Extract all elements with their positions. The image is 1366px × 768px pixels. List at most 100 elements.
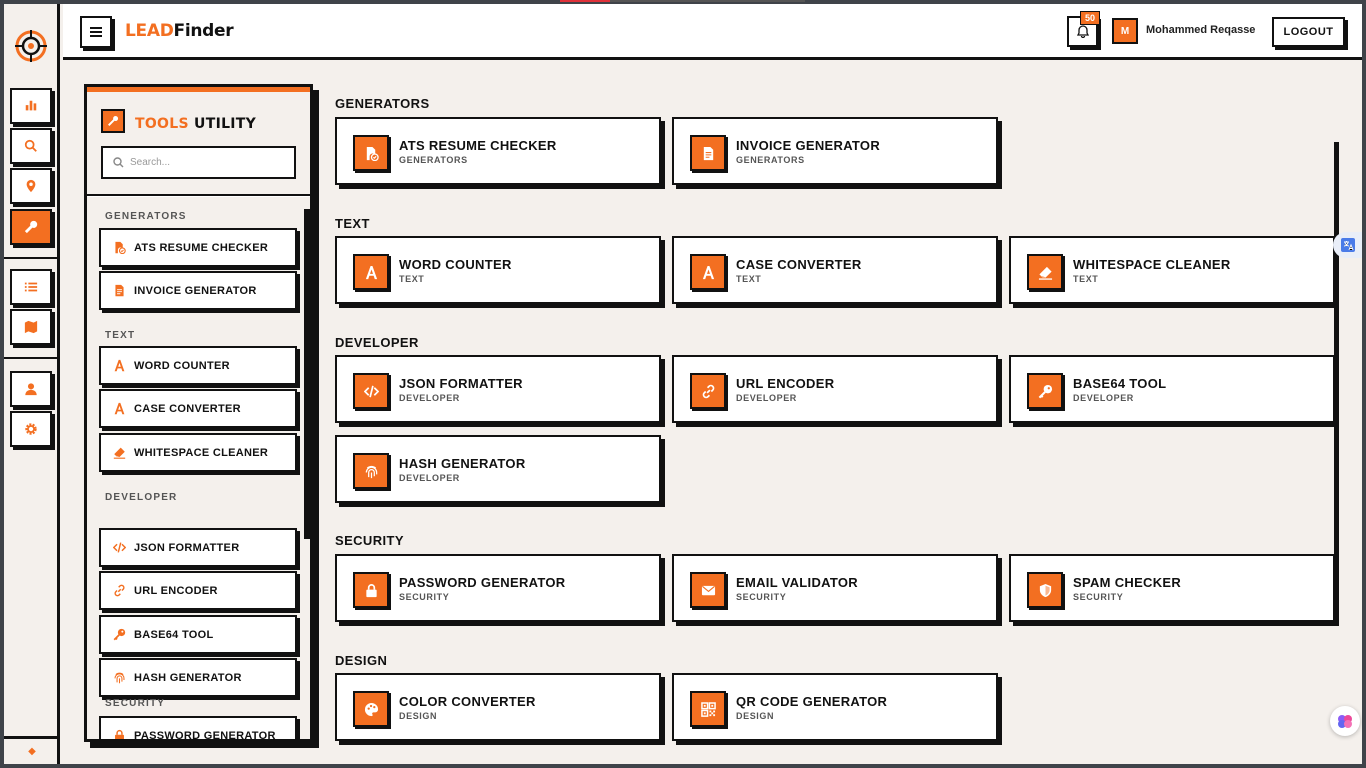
top-header: LEADFinder 50 M Mohammed Reqasse LOGOUT [63,4,1362,60]
user-icon [25,383,37,396]
panel-tool-label: WHITESPACE CLEANER [134,446,269,459]
tool-card[interactable]: COLOR CONVERTER DESIGN [335,673,661,741]
panel-category-label: SECURITY [105,698,166,709]
tool-card[interactable]: EMAIL VALIDATOR SECURITY [672,554,998,622]
panel-header: TOOLS UTILITY Search... [87,92,310,196]
section-heading: DESIGN [335,653,388,668]
rail-item-map-pin[interactable] [10,168,52,204]
tool-card-icon [690,373,726,409]
tool-card-icon [353,691,389,727]
lock-icon [365,583,377,597]
brand-accent: LEAD [125,21,174,41]
rail-footer[interactable]: ◆ [4,736,60,764]
panel-tool-label: WORD COUNTER [134,359,230,372]
eraser-icon [1038,266,1052,280]
tool-card[interactable]: CASE CONVERTER TEXT [672,236,998,304]
panel-scrollbar[interactable] [304,209,310,539]
assistant-widget[interactable] [1330,706,1360,736]
panel-tool-item[interactable]: PASSWORD GENERATOR [99,716,297,742]
fingerprint-icon [365,465,377,478]
tool-list: GENERATORS ATS RESUME CHECKER INVOICE GENE… [87,197,310,742]
panel-tool-item[interactable]: HASH GENERATOR [99,658,297,697]
tool-card-category: DEVELOPER [399,473,460,483]
tool-card-title: COLOR CONVERTER [399,694,536,709]
rail-item-list[interactable] [10,269,52,305]
panel-tool-item[interactable]: INVOICE GENERATOR [99,271,297,310]
bar-chart-icon [25,100,37,111]
rail-item-wrench[interactable] [10,209,52,245]
translate-widget[interactable] [1333,232,1362,258]
section-heading: GENERATORS [335,96,430,111]
wrench-icon [101,109,125,133]
tool-card[interactable]: BASE64 TOOL DEVELOPER [1009,355,1335,423]
tool-card[interactable]: URL ENCODER DEVELOPER [672,355,998,423]
panel-tool-label: JSON FORMATTER [134,541,240,554]
list-icon [24,282,38,292]
section-heading: DEVELOPER [335,335,419,350]
code-icon [363,385,379,397]
tool-card-category: TEXT [736,274,762,284]
rail-item-search[interactable] [10,128,52,164]
tool-card-icon [353,254,389,290]
bell-icon [1076,25,1089,38]
panel-tool-item[interactable]: WHITESPACE CLEANER [99,433,297,472]
panel-tool-label: PASSWORD GENERATOR [134,729,276,742]
tool-card-icon [690,135,726,171]
rail-item-user[interactable] [10,371,52,407]
tool-card[interactable]: WORD COUNTER TEXT [335,236,661,304]
panel-tool-item[interactable]: URL ENCODER [99,571,297,610]
section-heading: TEXT [335,216,370,231]
envelope-icon [701,585,715,595]
rail-divider [4,357,60,359]
search-placeholder: Search... [130,157,171,168]
tool-card[interactable]: WHITESPACE CLEANER TEXT [1009,236,1335,304]
file-invoice-icon [115,284,124,297]
tool-card-category: DEVELOPER [1073,393,1134,403]
menu-toggle-button[interactable] [80,16,112,48]
font-icon [114,359,125,372]
tool-card-category: SECURITY [736,592,787,602]
panel-tool-item[interactable]: BASE64 TOOL [99,615,297,654]
tool-search-input[interactable]: Search... [101,146,296,179]
palette-icon [364,702,378,716]
logout-button[interactable]: LOGOUT [1272,17,1345,47]
tool-card[interactable]: INVOICE GENERATOR GENERATORS [672,117,998,185]
rail-item-bar-chart[interactable] [10,88,52,124]
user-name[interactable]: Mohammed Reqasse [1146,24,1255,36]
tool-card-category: GENERATORS [736,155,805,165]
key-icon [113,628,126,641]
avatar[interactable]: M [1112,18,1138,44]
tool-card[interactable]: HASH GENERATOR DEVELOPER [335,435,661,503]
panel-tool-item[interactable]: CASE CONVERTER [99,389,297,428]
main-scrollbar[interactable] [1334,142,1339,572]
font-icon [702,265,714,279]
tools-panel: TOOLS UTILITY Search... GENERATORS ATS RE… [84,84,313,742]
tool-card[interactable]: PASSWORD GENERATOR SECURITY [335,554,661,622]
panel-tool-item[interactable]: JSON FORMATTER [99,528,297,567]
tool-card-category: SECURITY [1073,592,1124,602]
font-icon [365,265,377,279]
tool-card-title: PASSWORD GENERATOR [399,575,566,590]
tool-card[interactable]: ATS RESUME CHECKER GENERATORS [335,117,661,185]
brand-logo[interactable]: LEADFinder [125,21,234,41]
key-icon [1038,384,1052,398]
tool-card-category: DESIGN [399,711,438,721]
tool-card-icon [690,254,726,290]
rail-item-map[interactable] [10,309,52,345]
rail-item-gear[interactable] [10,411,52,447]
logo-icon[interactable] [14,29,48,63]
tool-card[interactable]: QR CODE GENERATOR DESIGN [672,673,998,741]
tool-card-icon [690,691,726,727]
panel-tool-item[interactable]: WORD COUNTER [99,346,297,385]
tool-card-icon [1027,572,1063,608]
top-loading-strip [560,0,805,2]
panel-tool-label: BASE64 TOOL [134,628,214,641]
panel-tool-item[interactable]: ATS RESUME CHECKER [99,228,297,267]
tool-card-title: WORD COUNTER [399,257,512,272]
shield-icon [1039,583,1051,597]
translate-icon [1340,238,1355,252]
tool-card[interactable]: SPAM CHECKER SECURITY [1009,554,1335,622]
font-icon [114,402,125,415]
tool-card-title: CASE CONVERTER [736,257,862,272]
tool-card[interactable]: JSON FORMATTER DEVELOPER [335,355,661,423]
